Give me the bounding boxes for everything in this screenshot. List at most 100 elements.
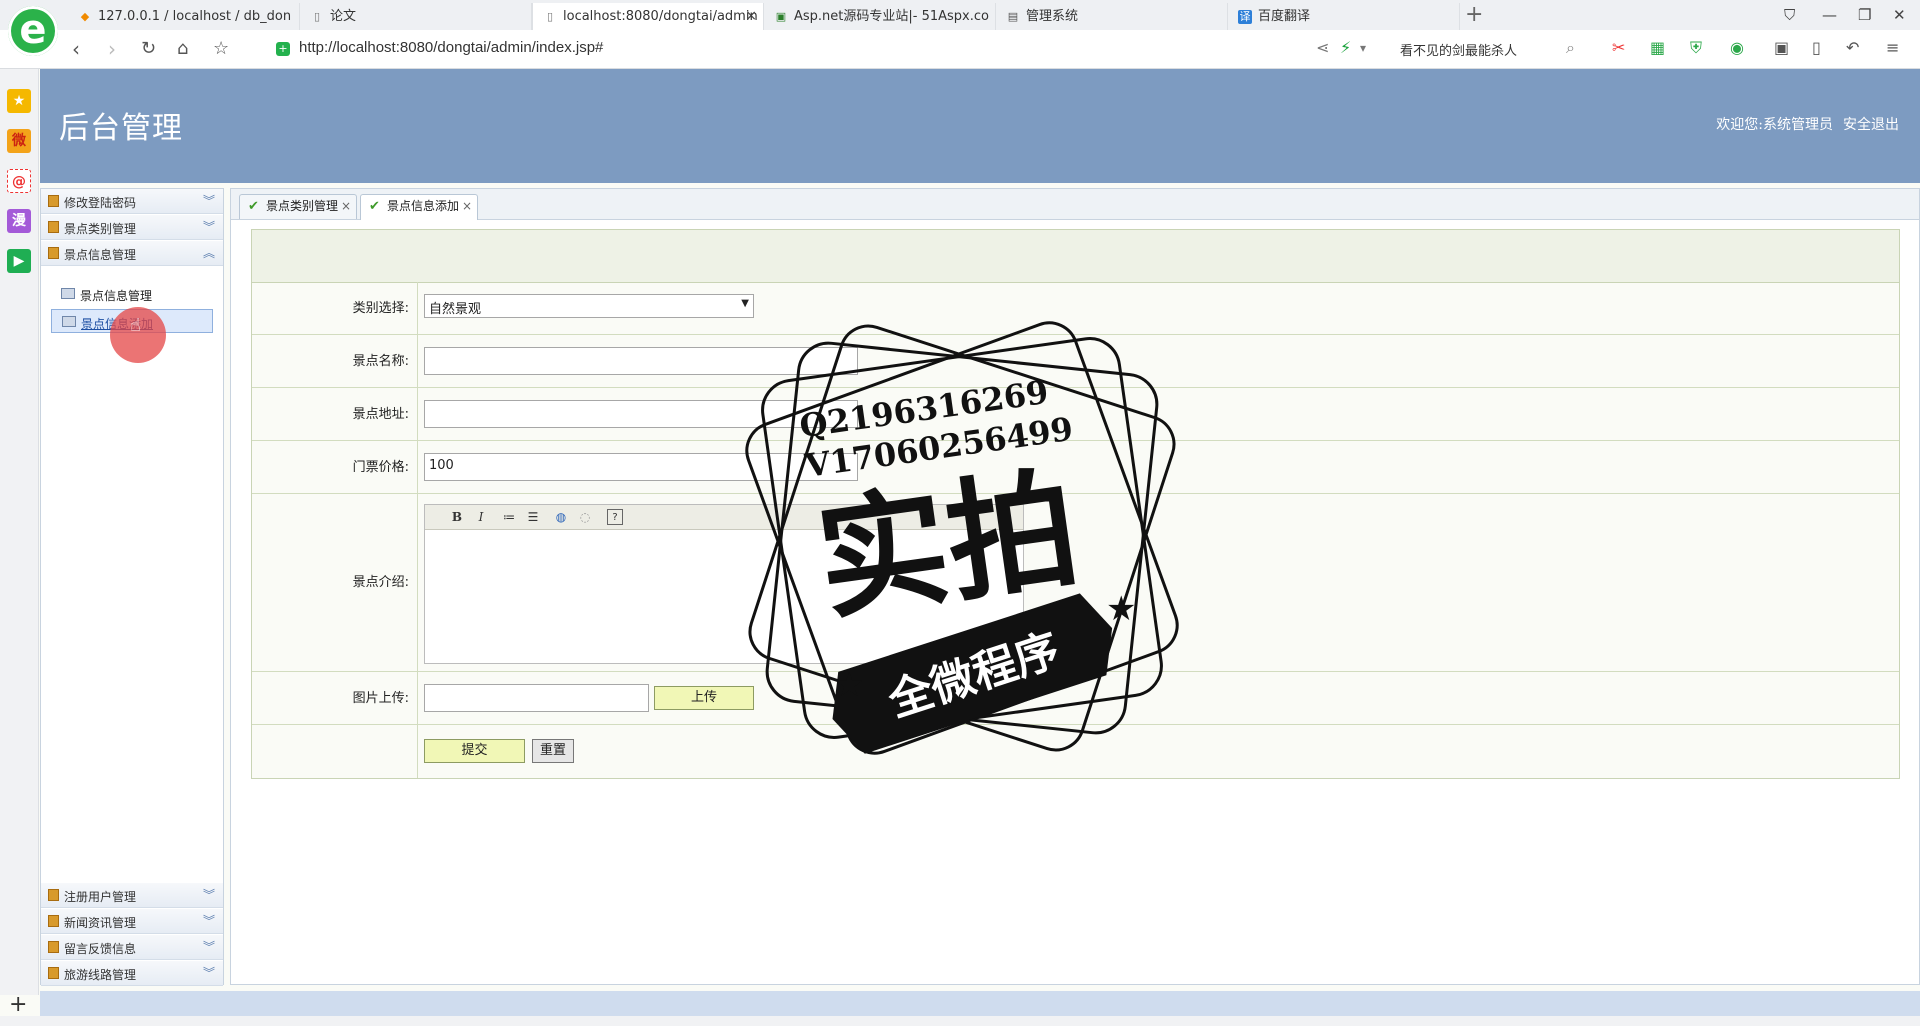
close-icon[interactable]: × — [341, 195, 351, 218]
sidebar-item-scenic-manage[interactable]: 景点信息管理 — [51, 282, 213, 306]
category-select[interactable]: 自然景观 ▼ — [424, 294, 754, 318]
italic-button[interactable]: I — [473, 509, 489, 525]
form-row-price: 门票价格: 100 — [252, 441, 1899, 494]
browser-tab-lunwen[interactable]: ▯ 论文 — [300, 3, 532, 30]
browser-tab-baidu-translate[interactable]: 译 百度翻译 — [1228, 3, 1460, 30]
minimize-icon[interactable]: — — [1822, 4, 1837, 26]
link-icon[interactable]: ◍ — [553, 509, 569, 525]
tab-scenic-add[interactable]: ✔ 景点信息添加 × — [360, 194, 479, 220]
url-input[interactable]: http://localhost:8080/dongtai/admin/inde… — [299, 39, 603, 56]
browser-status-bar — [0, 1016, 1920, 1026]
image-icon — [62, 316, 76, 327]
ticket-price-input[interactable]: 100 — [424, 453, 858, 481]
video-play-icon[interactable]: ▶ — [7, 249, 31, 273]
chevron-down-icon: ︾ — [202, 940, 215, 954]
unordered-list-icon[interactable]: ☰ — [525, 509, 541, 525]
manga-icon[interactable]: 漫 — [7, 209, 31, 233]
content-panel: ✔ 景点类别管理 × ✔ 景点信息添加 × 类别选择: 自然景观 ▼ 景点名称:… — [230, 188, 1920, 985]
check-icon: ✔ — [369, 199, 380, 214]
restore-icon[interactable]: ❐ — [1858, 4, 1871, 26]
help-button[interactable]: ? — [607, 509, 623, 525]
folder-icon — [48, 915, 59, 927]
editor-toolbar: B I ≔ ☰ ◍ ◌ ? — [425, 505, 1023, 530]
rich-text-editor[interactable]: B I ≔ ☰ ◍ ◌ ? — [424, 504, 1024, 664]
scenic-address-input[interactable] — [424, 400, 858, 428]
search-icon[interactable]: ⌕ — [1566, 38, 1575, 58]
image-path-input[interactable] — [424, 684, 649, 712]
browser-tab-admin[interactable]: ▯ localhost:8080/dongtai/admin × — [532, 3, 764, 31]
chevron-down-icon[interactable]: ▾ — [1360, 38, 1366, 58]
favorites-star-icon[interactable]: ★ — [7, 89, 31, 113]
menu-section-change-password[interactable]: 修改登陆密码 ︾ — [41, 189, 223, 214]
forward-icon[interactable]: › — [108, 36, 116, 62]
menu-section-label: 景点信息管理 — [64, 248, 137, 262]
browser-tab-label: localhost:8080/dongtai/admin — [563, 9, 758, 24]
reset-button[interactable]: 重置 — [532, 739, 574, 763]
tablet-icon[interactable]: ▯ — [1812, 38, 1821, 58]
submit-button[interactable]: 提交 — [424, 739, 525, 763]
back-icon[interactable]: ‹ — [72, 36, 80, 62]
folder-icon — [48, 889, 59, 901]
upload-button[interactable]: 上传 — [654, 686, 754, 710]
apps-icon[interactable]: ▣ — [1774, 38, 1789, 58]
menu-section-category[interactable]: 景点类别管理 ︾ — [41, 215, 223, 240]
gamepad-icon[interactable]: ◉ — [1730, 38, 1744, 58]
folder-icon — [48, 221, 59, 233]
menu-section-label: 注册用户管理 — [64, 890, 137, 904]
chevron-down-icon: ▼ — [741, 298, 749, 309]
menu-section-routes[interactable]: 旅游线路管理 ︾ — [41, 961, 223, 986]
menu-icon[interactable]: ≡ — [1886, 38, 1899, 58]
menu-section-news[interactable]: 新闻资讯管理 ︾ — [41, 909, 223, 934]
check-icon: ✔ — [248, 199, 259, 214]
scenic-add-form: 类别选择: 自然景观 ▼ 景点名称: 景点地址: 门票价格: 100 景点介绍:… — [251, 229, 1900, 779]
search-input[interactable]: 看不见的剑最能杀人 — [1400, 40, 1517, 59]
reload-icon[interactable]: ↻ — [141, 36, 156, 62]
menu-section-scenic-info[interactable]: 景点信息管理 ︽ — [41, 241, 223, 266]
menu-section-label: 留言反馈信息 — [64, 942, 137, 956]
menu-section-feedback[interactable]: 留言反馈信息 ︾ — [41, 935, 223, 960]
scenic-name-input[interactable] — [424, 347, 858, 375]
unlink-icon[interactable]: ◌ — [577, 509, 593, 525]
close-icon[interactable]: × — [745, 3, 757, 30]
browser-tab-label: 管理系统 — [1026, 9, 1079, 24]
browser-tab-phpmyadmin[interactable]: ◆ 127.0.0.1 / localhost / db_don — [68, 3, 300, 30]
app-header: 后台管理 欢迎您:系统管理员 安全退出 — [40, 69, 1920, 183]
extension-icon[interactable]: ▦ — [1650, 38, 1665, 58]
chart-icon: ▤ — [1007, 10, 1019, 23]
hand-cursor-icon: ☝ — [130, 315, 141, 336]
form-label: 门票价格: — [252, 441, 418, 493]
shield-check-icon[interactable]: ⛨ — [1690, 38, 1702, 58]
chevron-down-icon: ︾ — [202, 888, 215, 902]
browser-logo-icon[interactable]: e — [8, 6, 58, 56]
chevron-down-icon: ︾ — [202, 966, 215, 980]
phpmyadmin-icon: ◆ — [80, 10, 90, 23]
new-tab-button[interactable]: + — [1465, 2, 1483, 28]
form-row-name: 景点名称: — [252, 335, 1899, 388]
folder-icon — [48, 941, 59, 953]
menu-section-label: 修改登陆密码 — [64, 196, 137, 210]
email-at-icon[interactable]: @ — [7, 169, 31, 193]
close-icon[interactable]: × — [462, 195, 472, 218]
add-sidebar-item-icon[interactable]: + — [9, 992, 27, 1017]
menu-section-label: 景点类别管理 — [64, 222, 137, 236]
page-title: 后台管理 — [59, 111, 183, 146]
home-icon[interactable]: ⌂ — [177, 36, 188, 62]
share-icon[interactable]: ⋖ — [1316, 38, 1329, 58]
scissors-icon[interactable]: ✂ — [1612, 38, 1625, 58]
star-icon[interactable]: ☆ — [213, 36, 229, 62]
lightning-icon[interactable]: ⚡ — [1340, 38, 1351, 58]
ordered-list-icon[interactable]: ≔ — [501, 509, 517, 525]
chevron-down-icon: ︾ — [202, 194, 215, 208]
logout-link[interactable]: 安全退出 — [1843, 117, 1899, 133]
browser-tab-guanli[interactable]: ▤ 管理系统 — [996, 3, 1228, 30]
menu-section-users[interactable]: 注册用户管理 ︾ — [41, 883, 223, 908]
tab-category-manage[interactable]: ✔ 景点类别管理 × — [239, 194, 358, 219]
tab-label: 景点信息添加 — [387, 199, 460, 213]
shirt-icon[interactable]: ⛉ — [1784, 4, 1795, 26]
undo-icon[interactable]: ↶ — [1846, 38, 1859, 58]
weibo-icon[interactable]: 微 — [7, 129, 31, 153]
close-window-icon[interactable]: ✕ — [1893, 4, 1906, 26]
bold-button[interactable]: B — [449, 509, 465, 525]
form-row-actions: 提交 重置 — [252, 725, 1899, 778]
browser-tab-51aspx[interactable]: ▣ Asp.net源码专业站|- 51Aspx.co — [764, 3, 996, 30]
